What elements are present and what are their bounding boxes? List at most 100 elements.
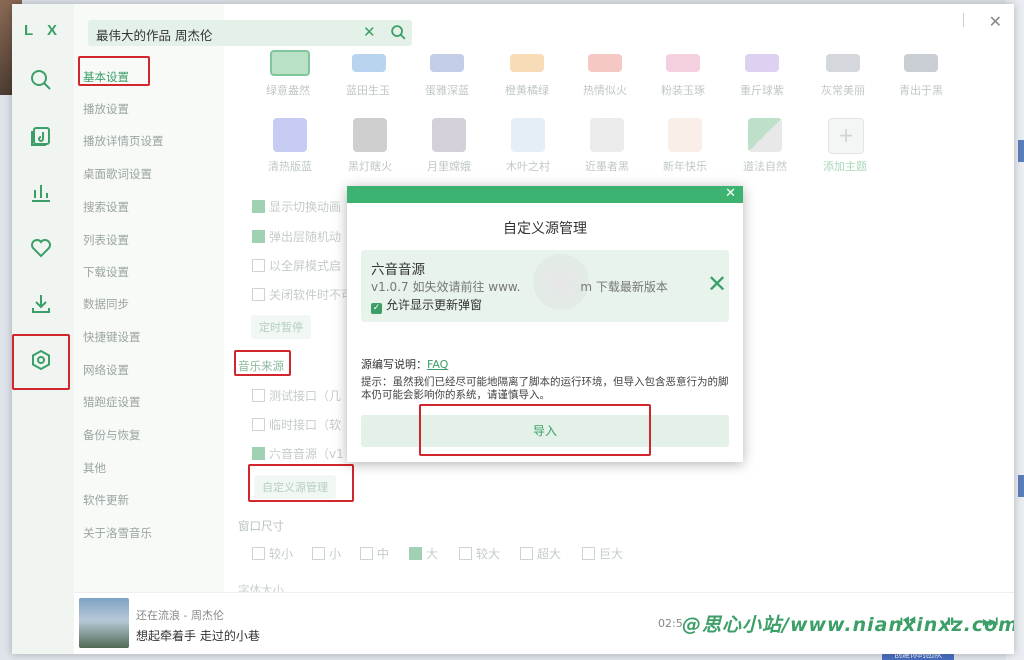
option-label: 关闭软件时不可 xyxy=(269,288,354,302)
theme-swatch[interactable] xyxy=(666,54,700,72)
basic-highlight-box xyxy=(78,56,150,86)
remove-source-icon[interactable]: ✕ xyxy=(707,270,727,298)
radio[interactable] xyxy=(582,547,595,560)
window-size-title: 窗口尺寸 xyxy=(238,519,284,533)
watermark: @思心小站/www.nianxinxz.com xyxy=(682,614,1014,636)
theme-name: 热情似火 xyxy=(583,84,627,97)
source-option[interactable]: 临时接口（软 xyxy=(252,416,341,433)
menu-item-network[interactable]: 网络设置 xyxy=(83,362,129,378)
checkbox[interactable] xyxy=(252,230,265,243)
menu-item-about[interactable]: 关于洛雪音乐 xyxy=(83,525,152,541)
source-desc-tail: m 下载最新版本 xyxy=(580,280,668,294)
menu-item-list[interactable]: 列表设置 xyxy=(83,232,129,248)
option-label: 显示切换动画 xyxy=(269,200,342,214)
radio[interactable] xyxy=(252,447,265,460)
option-label: 超大 xyxy=(537,547,562,561)
menu-item-hotkey[interactable]: 快捷键设置 xyxy=(83,329,141,345)
current-lyric: 想起牵着手 走过的小巷 xyxy=(136,629,260,643)
theme-swatch[interactable] xyxy=(668,118,702,152)
menu-item-sync[interactable]: 数据同步 xyxy=(83,296,129,312)
album-cover[interactable] xyxy=(79,598,129,648)
radio[interactable] xyxy=(252,389,265,402)
theme-name: 绿意盎然 xyxy=(266,84,310,97)
size-option[interactable]: 小 xyxy=(312,545,341,562)
size-option[interactable]: 较大 xyxy=(459,545,500,562)
radio[interactable] xyxy=(520,547,533,560)
theme-swatch[interactable] xyxy=(904,54,938,72)
theme-name: 蛋雅深蓝 xyxy=(425,84,469,97)
theme-swatch[interactable] xyxy=(748,118,782,152)
option-row[interactable]: 以全屏模式启 xyxy=(252,257,341,274)
radio[interactable] xyxy=(252,418,265,431)
theme-swatch[interactable] xyxy=(432,118,466,152)
pause-icon[interactable]: ⏸ xyxy=(946,611,955,632)
theme-swatch[interactable] xyxy=(511,118,545,152)
theme-swatch[interactable] xyxy=(745,54,779,72)
theme-swatch[interactable] xyxy=(590,118,624,152)
radio[interactable] xyxy=(459,547,472,560)
prev-track-icon[interactable]: ⏮ xyxy=(900,611,916,632)
theme-name: 道法自然 xyxy=(743,160,787,173)
menu-item-play-detail[interactable]: 播放详情页设置 xyxy=(83,133,164,149)
faq-link[interactable]: FAQ xyxy=(427,358,448,371)
menu-item-ocd[interactable]: 猎跑症设置 xyxy=(83,394,141,410)
option-row[interactable]: 关闭软件时不可 xyxy=(252,286,353,303)
menu-item-desktop-lyric[interactable]: 桌面歌词设置 xyxy=(83,166,152,182)
option-row[interactable]: 弹出层随机动 xyxy=(252,228,341,245)
add-theme-label[interactable]: 添加主题 xyxy=(809,158,881,174)
search-icon[interactable] xyxy=(390,24,407,41)
timer-pause-button[interactable]: 定时暂停 xyxy=(251,315,311,339)
theme-swatch[interactable] xyxy=(588,54,622,72)
size-option[interactable]: 较小 xyxy=(252,545,293,562)
settings-highlight-box xyxy=(12,334,70,390)
nav-leaderboard-icon[interactable] xyxy=(25,176,57,208)
radio[interactable] xyxy=(360,547,373,560)
theme-swatch[interactable] xyxy=(510,54,544,72)
source-option[interactable]: 测试接口（几 xyxy=(252,387,341,404)
size-option[interactable]: 中 xyxy=(360,545,389,562)
size-option[interactable]: 大 xyxy=(409,545,438,562)
background-accent xyxy=(1018,475,1024,497)
radio[interactable] xyxy=(409,547,422,560)
search-input[interactable]: 最伟大的作品 周杰伦 xyxy=(96,25,212,44)
menu-item-other[interactable]: 其他 xyxy=(83,460,106,476)
theme-swatch[interactable] xyxy=(353,118,387,152)
dialog-close-icon[interactable]: ✕ xyxy=(725,186,736,201)
size-option[interactable]: 巨大 xyxy=(582,545,623,562)
theme-swatch[interactable] xyxy=(826,54,860,72)
menu-item-play[interactable]: 播放设置 xyxy=(83,101,129,117)
window-close-button[interactable]: ✕ xyxy=(989,12,1002,31)
menu-item-update[interactable]: 软件更新 xyxy=(83,492,129,508)
theme-swatch[interactable] xyxy=(270,50,310,76)
play-time: 02:5 xyxy=(658,617,683,630)
nav-search-icon[interactable] xyxy=(25,64,57,96)
theme-swatch[interactable] xyxy=(352,54,386,72)
nav-songlist-icon[interactable] xyxy=(25,120,57,152)
custom-source-dialog: ✕ 自定义源管理 六音音源 v1.0.7 如失效请前往 www. m 下载最新版本… xyxy=(347,186,743,462)
allow-popup-label: 允许显示更新弹窗 xyxy=(386,298,483,312)
next-track-icon[interactable]: ⏭ xyxy=(982,611,998,632)
menu-item-search[interactable]: 搜索设置 xyxy=(83,199,129,215)
option-row[interactable]: 显示切换动画 xyxy=(252,198,341,215)
checkbox[interactable] xyxy=(252,200,265,213)
theme-swatch[interactable] xyxy=(430,54,464,72)
allow-popup-checkbox[interactable]: ✓ 允许显示更新弹窗 xyxy=(371,296,482,314)
menu-item-backup[interactable]: 备份与恢复 xyxy=(83,427,141,443)
theme-name: 蓝田生玉 xyxy=(346,84,390,97)
theme-name: 清热版蓝 xyxy=(268,160,312,173)
checkbox[interactable] xyxy=(252,288,265,301)
clear-search-icon[interactable]: ✕ xyxy=(363,23,376,41)
nav-download-icon[interactable] xyxy=(25,288,57,320)
radio[interactable] xyxy=(312,547,325,560)
radio[interactable] xyxy=(252,547,265,560)
nav-favorite-icon[interactable] xyxy=(25,232,57,264)
search-box: 最伟大的作品 周杰伦 ✕ xyxy=(88,20,412,46)
theme-swatch[interactable] xyxy=(273,118,307,152)
size-option[interactable]: 超大 xyxy=(520,545,561,562)
source-option[interactable]: 六音音源（v1 xyxy=(252,445,344,462)
theme-name: 月里嫦娥 xyxy=(427,160,471,173)
menu-item-download[interactable]: 下载设置 xyxy=(83,264,129,280)
checkbox[interactable] xyxy=(252,259,265,272)
add-theme-icon[interactable]: + xyxy=(828,118,864,154)
option-label: 临时接口（软 xyxy=(269,418,342,432)
